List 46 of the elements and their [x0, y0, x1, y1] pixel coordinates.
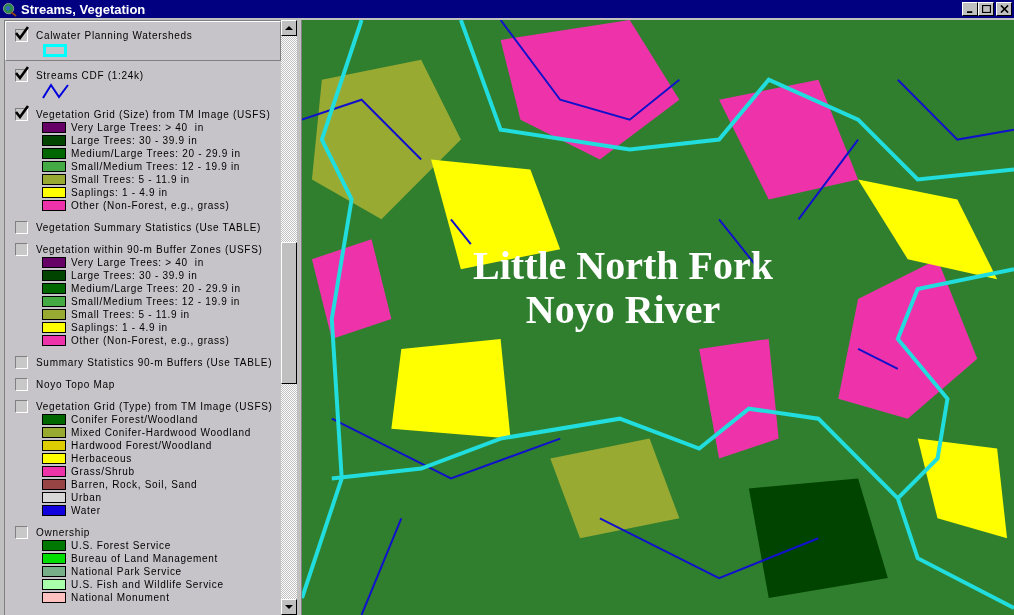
- class-label: Small/Medium Trees: 12 - 19.9 in: [71, 160, 241, 174]
- legend-layer[interactable]: Vegetation Summary Statistics (Use TABLE): [5, 213, 281, 235]
- layer-name: Streams CDF (1:24k): [36, 68, 144, 83]
- class-label: National Monument: [71, 591, 170, 605]
- legend-layer[interactable]: Streams CDF (1:24k): [5, 61, 281, 100]
- class-label: Saplings: 1 - 4.9 in: [71, 186, 168, 200]
- map-label: Little North Fork: [473, 243, 773, 288]
- layer-name: Vegetation Summary Statistics (Use TABLE): [36, 220, 262, 235]
- class-label: U.S. Fish and Wildlife Service: [71, 578, 224, 592]
- layer-name: Summary Statistics 90-m Buffers (Use TABLE): [36, 355, 273, 370]
- layer-name: Ownership: [36, 525, 91, 540]
- class-label: Very Large Trees: > 40 in: [71, 121, 204, 135]
- class-label: Other (Non-Forest, e.g., grass): [71, 334, 230, 348]
- class-label: Small Trees: 5 - 11.9 in: [71, 173, 190, 187]
- class-label: Small Trees: 5 - 11.9 in: [71, 308, 190, 322]
- class-label: Large Trees: 30 - 39.9 in: [71, 269, 198, 283]
- class-label: Very Large Trees: > 40 in: [71, 256, 204, 270]
- class-label: Barren, Rock, Soil, Sand: [71, 478, 198, 492]
- class-label: Herbaceous: [71, 452, 132, 466]
- legend-layer[interactable]: Ownership U.S. Forest Service Bureau of Land Management National Park Service U.S. Fish and Wildlife Service National Monument: [5, 518, 281, 605]
- layer-name: Vegetation within 90-m Buffer Zones (USFS): [36, 242, 263, 257]
- legend-layer[interactable]: Summary Statistics 90-m Buffers (Use TABLE): [5, 348, 281, 370]
- legend-layer[interactable]: Noyo Topo Map: [5, 370, 281, 392]
- class-label: Grass/Shrub: [71, 465, 135, 479]
- class-label: Other (Non-Forest, e.g., grass): [71, 199, 230, 213]
- class-label: Large Trees: 30 - 39.9 in: [71, 134, 198, 148]
- class-label: Saplings: 1 - 4.9 in: [71, 321, 168, 335]
- legend-layer[interactable]: Calwater Planning Watersheds: [5, 21, 281, 61]
- class-label: Medium/Large Trees: 20 - 29.9 in: [71, 147, 241, 161]
- legend-layer[interactable]: Vegetation Grid (Type) from TM Image (USFS) Conifer Forest/Woodland Mixed Conifer-Hardwood Woodland Hardwood Forest/Woodland Herbaceous Grass/Shrub Barren, Rock, Soil, Sand Urban Water: [5, 392, 281, 518]
- class-label: Medium/Large Trees: 20 - 29.9 in: [71, 282, 241, 296]
- window-title: Streams, Vegetation: [21, 2, 146, 16]
- class-label: Small/Medium Trees: 12 - 19.9 in: [71, 295, 241, 309]
- layer-name: Vegetation Grid (Type) from TM Image (USFS): [36, 399, 273, 414]
- class-label: Hardwood Forest/Woodland: [71, 439, 213, 453]
- layer-name: Vegetation Grid (Size) from TM Image (USFS): [36, 107, 271, 122]
- class-label: National Park Service: [71, 565, 182, 579]
- class-label: Urban: [71, 491, 102, 505]
- class-label: U.S. Forest Service: [71, 539, 171, 553]
- class-label: Water: [71, 504, 101, 518]
- layer-name: Calwater Planning Watersheds: [36, 28, 193, 43]
- layer-name: Noyo Topo Map: [36, 377, 115, 392]
- map-label: Noyo River: [525, 287, 721, 332]
- class-label: Bureau of Land Management: [71, 552, 219, 566]
- class-label: Mixed Conifer-Hardwood Woodland: [71, 426, 251, 440]
- class-label: Conifer Forest/Woodland: [71, 413, 199, 427]
